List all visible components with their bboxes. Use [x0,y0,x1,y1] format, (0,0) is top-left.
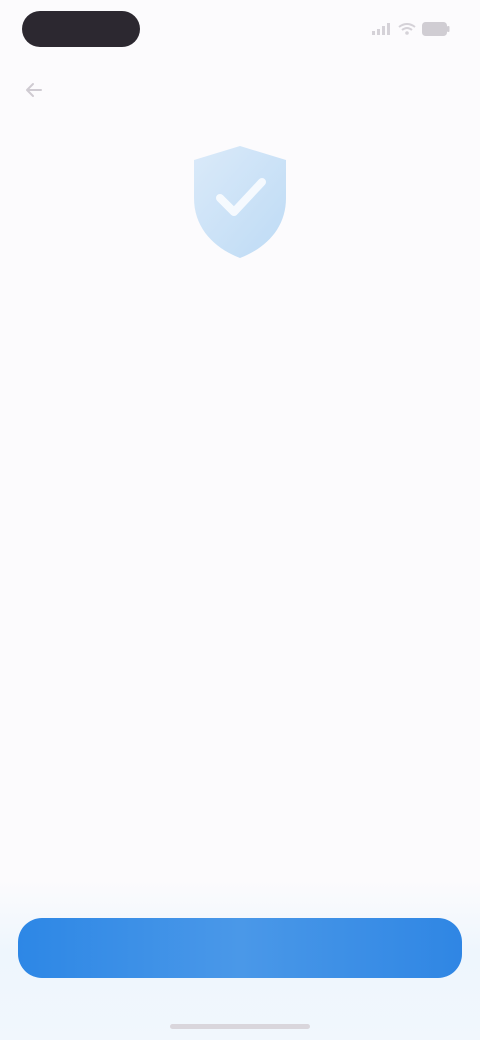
back-arrow-icon [26,83,42,97]
status-time [22,11,140,47]
wifi-icon [398,23,416,35]
shield-check-icon [194,146,286,258]
status-bar [0,0,480,60]
primary-action-button[interactable] [18,918,462,978]
status-icons [372,22,450,36]
signal-icon [372,23,390,35]
back-button[interactable] [18,74,50,106]
home-indicator [170,1024,310,1029]
battery-icon [422,22,450,36]
